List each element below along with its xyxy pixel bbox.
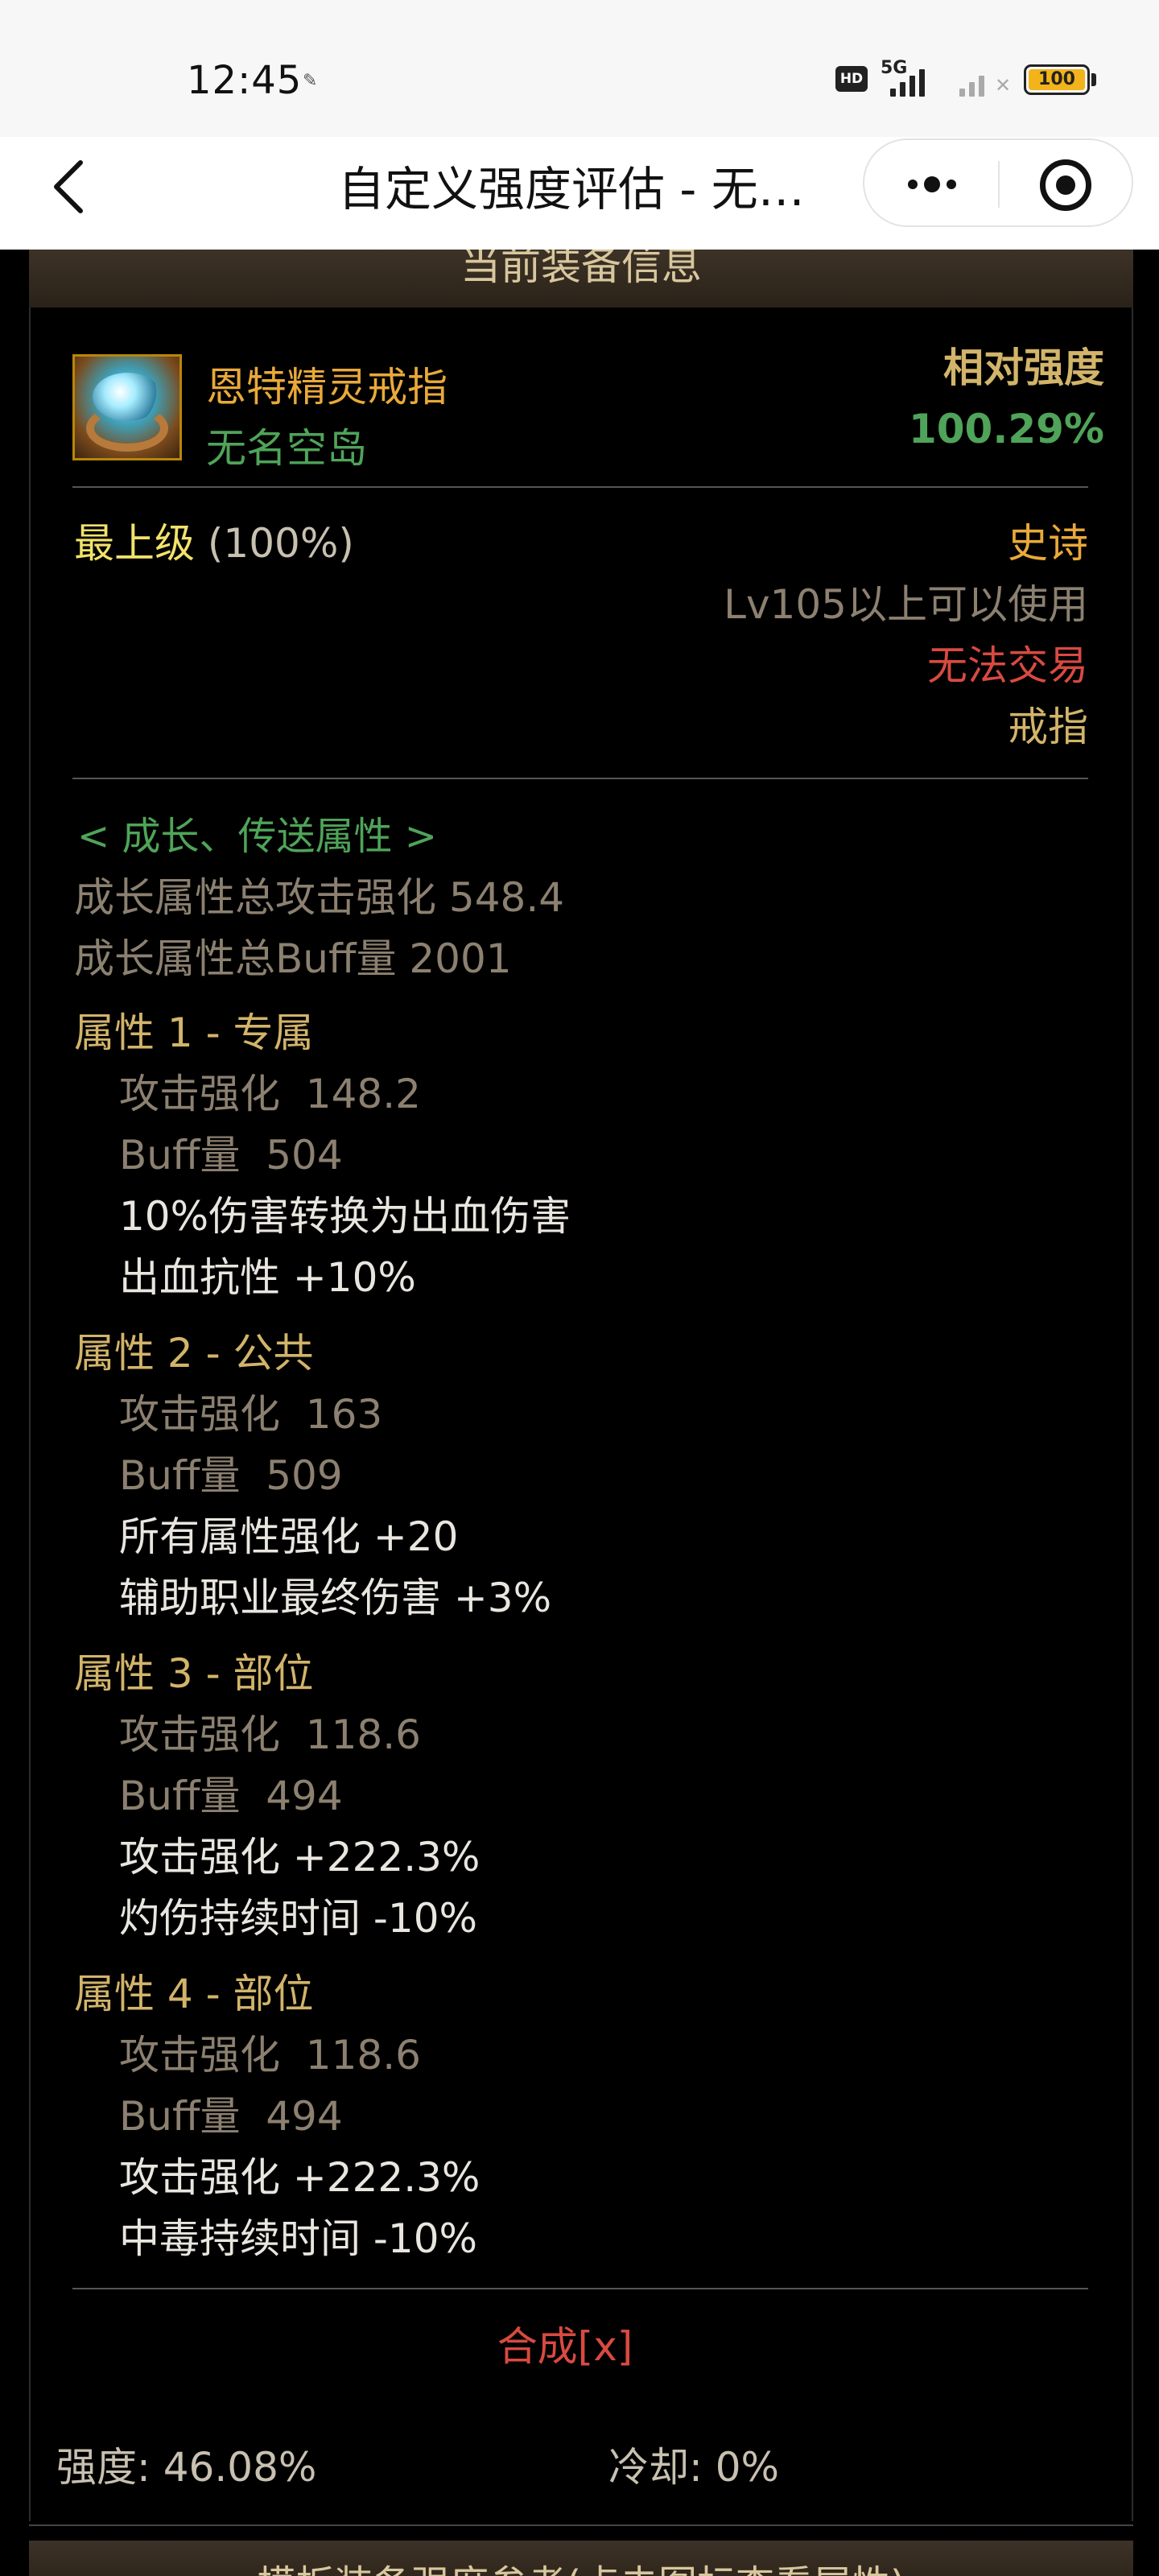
growth-header: < 成长、传送属性 > <box>77 814 437 859</box>
signal-icon <box>890 63 925 97</box>
attribute-title: 属性 1 - 专属 <box>74 1009 314 1056</box>
page-title: 自定义强度评估 - 无… <box>338 162 805 217</box>
attribute-attack: 攻击强化 148.2 <box>119 1071 421 1117</box>
attribute-effect: 攻击强化 +222.3% <box>119 1834 481 1880</box>
attribute-attack: 攻击强化 118.6 <box>119 2032 421 2079</box>
hd-icon: HD <box>835 66 868 92</box>
battery-icon: 100 <box>1024 64 1090 95</box>
attribute-title: 属性 3 - 部位 <box>74 1650 314 1697</box>
close-mini-program-button[interactable] <box>1040 159 1091 211</box>
item-name: 恩特精灵戒指 <box>206 364 448 411</box>
ring-item-icon[interactable] <box>72 354 182 460</box>
notification-icon: ✎ <box>303 71 318 91</box>
attribute-effect: 辅助职业最终伤害 +3% <box>119 1575 552 1621</box>
attribute-buff: Buff量 509 <box>119 1452 343 1499</box>
attribute-effect: 所有属性强化 +20 <box>119 1513 459 1560</box>
growth-total-attack: 成长属性总攻击强化 548.4 <box>74 874 565 921</box>
growth-total-buff: 成长属性总Buff量 2001 <box>74 935 512 982</box>
status-bar: 12:45 ✎ HD 5G ✕ 100 <box>0 0 1159 137</box>
grade-name: 最上级 <box>74 520 195 567</box>
battery-tip <box>1091 73 1096 86</box>
attribute-effect: 10%伤害转换为出血伤害 <box>119 1193 571 1240</box>
status-time: 12:45 <box>187 58 303 103</box>
level-requirement: Lv105以上可以使用 <box>724 581 1088 628</box>
attribute-effect: 灼伤持续时间 -10% <box>119 1895 478 1942</box>
slot-type: 戒指 <box>1008 704 1088 750</box>
grade-label: 最上级 (100%) <box>74 515 354 572</box>
divider <box>72 2288 1088 2289</box>
chevron-left-icon <box>54 160 83 213</box>
item-subtitle: 无名空岛 <box>206 425 367 472</box>
attribute-title: 属性 4 - 部位 <box>74 1971 314 2017</box>
attribute-effect: 中毒持续时间 -10% <box>119 2215 478 2262</box>
strength-stat: 强度: 46.08% <box>56 2444 317 2491</box>
panel-header: 当前装备信息 <box>29 250 1133 308</box>
ring-band <box>86 405 168 452</box>
template-reference-header[interactable]: 模板装备强度参考(点击图标查看属性) <box>29 2541 1133 2576</box>
battery-level: 100 <box>1029 69 1085 90</box>
cooldown-stat: 冷却: 0% <box>608 2444 780 2491</box>
attribute-buff: Buff量 494 <box>119 1773 343 1819</box>
strength-label: 相对强度 <box>943 345 1104 391</box>
target-icon <box>1056 175 1075 195</box>
grade-percent: (100%) <box>207 520 354 567</box>
attribute-effect: 攻击强化 +222.3% <box>119 2154 481 2201</box>
more-button[interactable] <box>903 158 961 211</box>
attribute-attack: 攻击强化 163 <box>119 1391 383 1438</box>
capsule-divider <box>998 161 1000 208</box>
divider <box>72 778 1088 779</box>
trade-status: 无法交易 <box>927 642 1088 689</box>
divider <box>29 2524 1133 2526</box>
mini-program-capsule <box>863 138 1133 227</box>
rarity: 史诗 <box>1008 520 1088 567</box>
compose-link[interactable]: 合成[x] <box>0 2318 1130 2375</box>
strength-value: 100.29% <box>908 406 1104 452</box>
no-signal-icon: ✕ <box>995 74 1012 97</box>
attribute-title: 属性 2 - 公共 <box>74 1330 314 1377</box>
nav-bar: 自定义强度评估 - 无… <box>0 137 1159 250</box>
attribute-attack: 攻击强化 118.6 <box>119 1711 421 1758</box>
back-button[interactable] <box>47 156 95 217</box>
signal-secondary-icon <box>959 63 984 97</box>
attribute-buff: Buff量 494 <box>119 2093 343 2140</box>
attribute-buff: Buff量 504 <box>119 1132 343 1179</box>
divider <box>72 486 1088 488</box>
attribute-effect: 出血抗性 +10% <box>119 1254 416 1301</box>
